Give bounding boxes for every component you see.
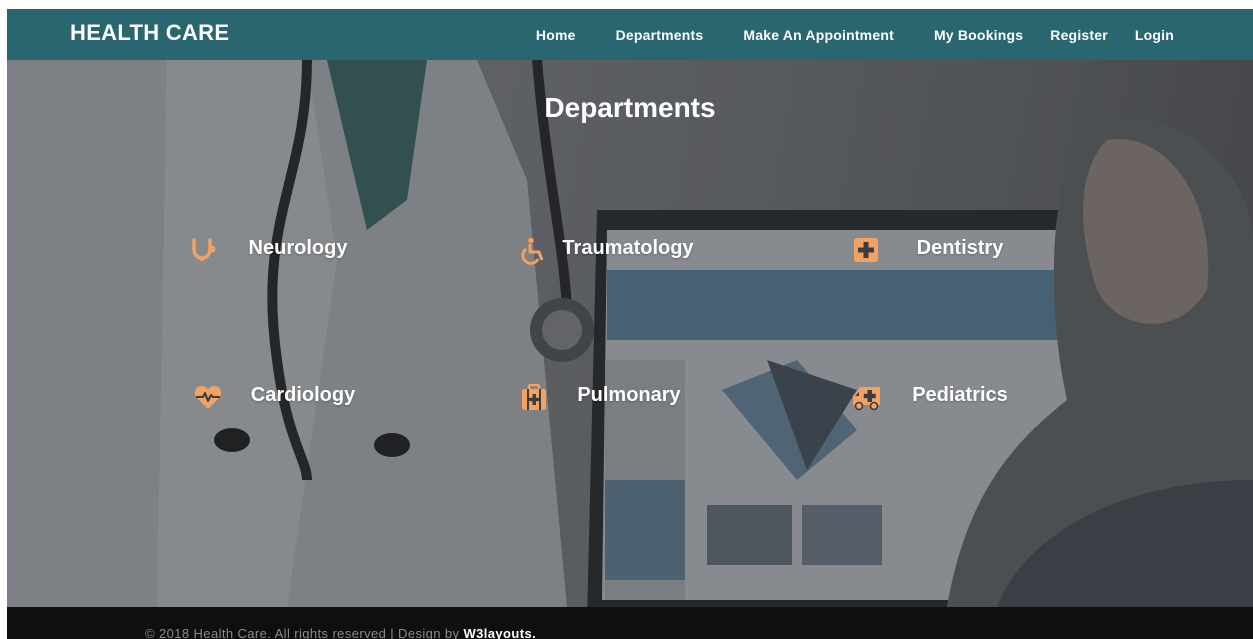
department-dentistry[interactable]: Dentistry: [850, 237, 1070, 262]
nav-login[interactable]: Login: [1135, 27, 1174, 43]
copyright-text: © 2018 Health Care. All rights reserved …: [145, 626, 536, 639]
footer: © 2018 Health Care. All rights reserved …: [7, 607, 1253, 639]
nav-register[interactable]: Register: [1050, 27, 1108, 43]
top-navbar: HEALTH CARE Home Departments Make An App…: [7, 9, 1253, 60]
main-nav: Home Departments Make An Appointment My …: [536, 9, 1174, 60]
hero-section: Departments Neurology Traumatology Denti…: [7, 60, 1253, 607]
department-label: Cardiology: [250, 384, 356, 406]
hero-dark-overlay: [7, 60, 1253, 607]
department-label: Dentistry: [916, 237, 1004, 259]
department-neurology[interactable]: Neurology: [188, 237, 408, 261]
department-pediatrics[interactable]: Pediatrics: [850, 384, 1070, 411]
section-title: Departments: [544, 92, 716, 123]
ambulance-icon: [853, 387, 880, 411]
w3layouts-link[interactable]: W3layouts.: [463, 626, 536, 639]
nav-my-bookings[interactable]: My Bookings: [934, 27, 1023, 43]
brand-logo[interactable]: HEALTH CARE: [70, 20, 229, 46]
heartbeat-icon: [194, 386, 222, 409]
page-frame: HEALTH CARE Home Departments Make An App…: [7, 9, 1253, 639]
department-label: Traumatology: [562, 237, 694, 259]
wheelchair-icon: [521, 237, 544, 265]
stethoscope-icon: [192, 238, 216, 261]
department-pulmonary[interactable]: Pulmonary: [519, 384, 739, 410]
medkit-icon: [522, 384, 546, 410]
department-cardiology[interactable]: Cardiology: [193, 384, 413, 409]
nav-make-appointment[interactable]: Make An Appointment: [743, 27, 894, 43]
medical-plus-icon: [854, 238, 878, 262]
copyright-label: © 2018 Health Care. All rights reserved …: [145, 626, 464, 639]
nav-home[interactable]: Home: [536, 27, 576, 43]
department-label: Pulmonary: [577, 384, 681, 406]
department-label: Neurology: [248, 237, 348, 259]
nav-departments[interactable]: Departments: [616, 27, 704, 43]
department-traumatology[interactable]: Traumatology: [518, 237, 738, 265]
